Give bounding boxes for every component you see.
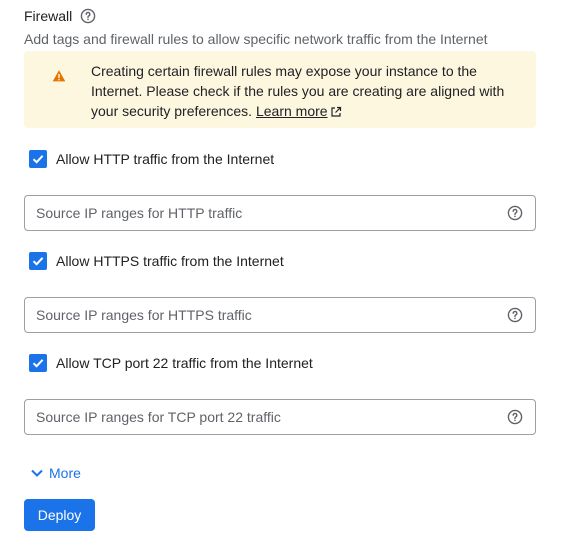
tcp22-source-ip-input[interactable] [36, 400, 476, 434]
help-circle-icon[interactable] [80, 8, 96, 24]
http-source-ip-field[interactable] [24, 195, 536, 231]
https-source-ip-field[interactable] [24, 297, 536, 333]
learn-more-label: Learn more [255, 103, 328, 119]
firewall-header: Firewall [24, 6, 96, 26]
http-source-ip-input[interactable] [36, 196, 476, 230]
help-circle-icon[interactable] [507, 409, 523, 425]
chevron-down-icon [31, 469, 43, 477]
warning-banner: Creating certain firewall rules may expo… [24, 51, 536, 128]
more-label: More [49, 465, 81, 481]
more-toggle[interactable]: More [30, 465, 81, 481]
section-description: Add tags and firewall rules to allow spe… [24, 31, 488, 47]
http-checkbox-label[interactable]: Allow HTTP traffic from the Internet [56, 151, 274, 167]
learn-more-link[interactable]: Learn more [256, 103, 342, 119]
tcp22-checkbox-label[interactable]: Allow TCP port 22 traffic from the Inter… [56, 355, 313, 371]
https-source-ip-input[interactable] [36, 298, 476, 332]
help-circle-icon[interactable] [507, 205, 523, 221]
check-icon [32, 359, 44, 368]
external-link-icon [330, 103, 342, 117]
http-checkbox-row[interactable]: Allow HTTP traffic from the Internet [29, 150, 274, 168]
https-checkbox[interactable] [29, 252, 47, 270]
tcp22-source-ip-field[interactable] [24, 399, 536, 435]
https-checkbox-row[interactable]: Allow HTTPS traffic from the Internet [29, 252, 284, 270]
section-title: Firewall [24, 8, 73, 24]
http-checkbox[interactable] [29, 150, 47, 168]
check-icon [32, 257, 44, 266]
check-icon [32, 155, 44, 164]
https-checkbox-label[interactable]: Allow HTTPS traffic from the Internet [56, 253, 284, 269]
warning-triangle-icon [51, 68, 67, 84]
tcp22-checkbox-row[interactable]: Allow TCP port 22 traffic from the Inter… [29, 354, 313, 372]
help-circle-icon[interactable] [507, 307, 523, 323]
tcp22-checkbox[interactable] [29, 354, 47, 372]
deploy-button[interactable]: Deploy [24, 499, 95, 531]
warning-message: Creating certain firewall rules may expo… [91, 61, 521, 121]
